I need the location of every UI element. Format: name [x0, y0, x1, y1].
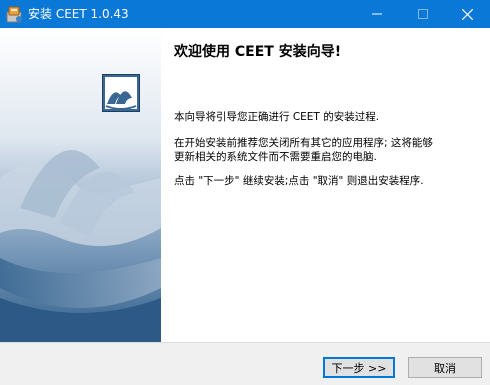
- close-button[interactable]: [444, 0, 490, 28]
- cancel-button[interactable]: 取消: [408, 357, 482, 378]
- minimize-icon: [372, 13, 382, 15]
- title-bar[interactable]: 安装 CEET 1.0.43: [0, 0, 490, 28]
- minimize-button[interactable]: [354, 0, 400, 28]
- recommendation-text: 在开始安装前推荐您关闭所有其它的应用程序; 这将能够 更新相关的系统文件而不需要…: [174, 136, 433, 164]
- maximize-button[interactable]: [400, 0, 446, 28]
- close-icon: [461, 8, 473, 20]
- recommendation-line-2: 更新相关的系统文件而不需要重启您的电脑.: [174, 151, 377, 163]
- window-title: 安装 CEET 1.0.43: [28, 7, 129, 21]
- instruction-text: 点击 "下一步" 继续安装;点击 "取消" 则退出安装程序.: [174, 175, 424, 187]
- intro-text: 本向导将引导您正确进行 CEET 的安装过程.: [174, 111, 380, 123]
- installer-icon: [6, 6, 22, 23]
- app-logo-icon: [102, 74, 140, 112]
- recommendation-line-1: 在开始安装前推荐您关闭所有其它的应用程序; 这将能够: [174, 137, 433, 149]
- installer-window: 安装 CEET 1.0.43 欢迎使用 CEET 安装向导! 本向导将引导您正确…: [0, 0, 490, 385]
- wizard-banner: [0, 28, 161, 342]
- button-bar: 下一步 >> 取消: [0, 342, 490, 385]
- page-title: 欢迎使用 CEET 安装向导!: [174, 44, 342, 60]
- next-button[interactable]: 下一步 >>: [323, 357, 395, 378]
- maximize-icon: [418, 9, 428, 19]
